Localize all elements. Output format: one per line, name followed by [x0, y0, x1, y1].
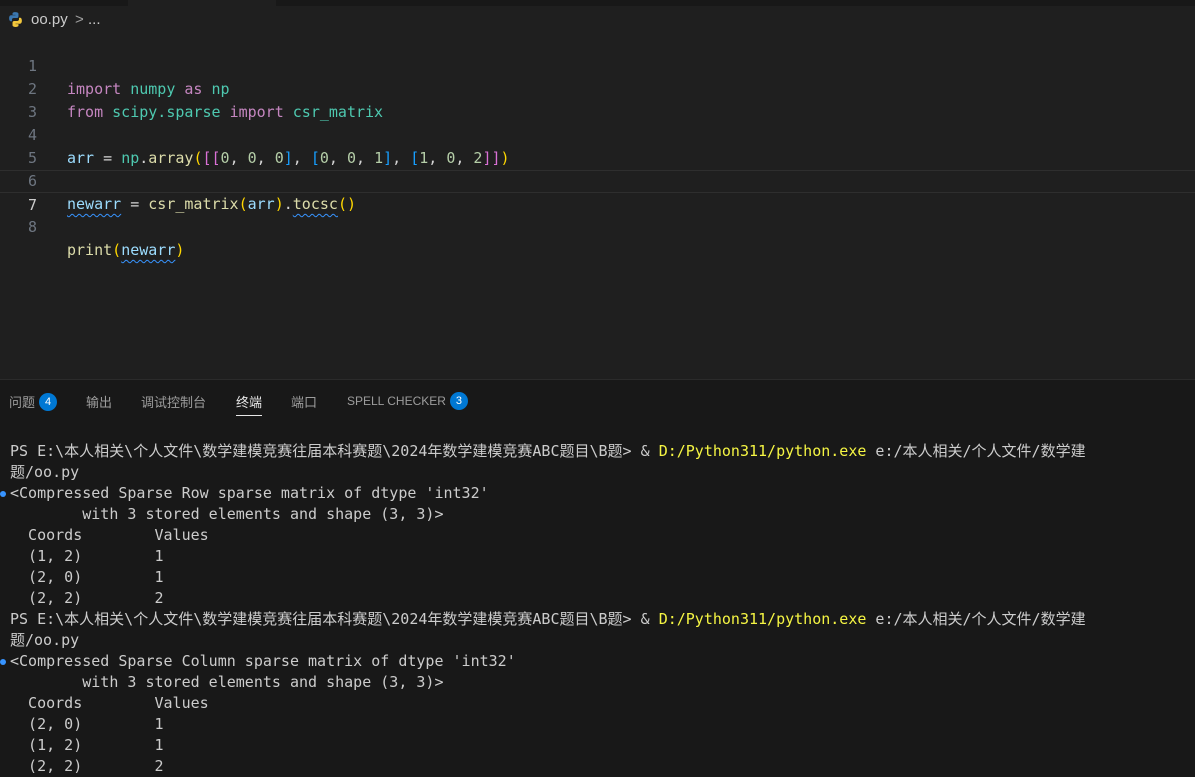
breadcrumb: oo.py > ... [0, 7, 1195, 33]
terminal-line: (2, 0) 1 [10, 568, 164, 586]
spell-checker-count-badge: 3 [449, 392, 468, 410]
panel-tabs: 问题 4 输出 调试控制台 终端 端口 SPELL CHECKER 3 [0, 380, 1195, 422]
tab-label: 输出 [86, 395, 113, 410]
breadcrumb-separator: > [75, 11, 84, 28]
code-token: print [67, 241, 113, 259]
tab-label: 端口 [291, 395, 318, 410]
terminal-line: Coords Values [10, 694, 209, 712]
code-line-current[interactable]: 7 [0, 170, 1195, 214]
terminal-amp: & [640, 442, 659, 460]
code-token: ) [175, 241, 185, 259]
terminal-command-line: PS E:\本人相关\个人文件\数学建模竞赛往届本科赛题\2024年数学建模竞赛… [10, 609, 1086, 630]
tab-label: SPELL CHECKER [347, 394, 446, 408]
code-line[interactable]: 1 import numpy as np [0, 32, 1195, 98]
terminal-line: (1, 2) 1 [10, 547, 164, 565]
breadcrumb-file[interactable]: oo.py [31, 11, 68, 28]
python-icon [9, 12, 22, 27]
code-editor[interactable]: 1 import numpy as np 2 from scipy.sparse… [0, 32, 1195, 378]
terminal-decoration-icon[interactable] [0, 659, 6, 665]
tab-output[interactable]: 输出 [86, 392, 112, 411]
code-line[interactable]: 8 print(newarr) [0, 193, 1195, 259]
terminal-line: with 3 stored elements and shape (3, 3)> [10, 505, 444, 523]
terminal-line: (2, 0) 1 [10, 715, 164, 733]
terminal-decoration-icon[interactable] [0, 491, 6, 497]
code-token: ( [112, 241, 122, 259]
terminal-python-path: D:/Python311/python.exe [658, 442, 867, 460]
line-number: 8 [27, 218, 37, 236]
code-line[interactable]: 2 from scipy.sparse import csr_matrix [0, 55, 1195, 121]
terminal-script-arg: e:/本人相关/个人文件/数学建 [866, 442, 1086, 460]
active-tab-edge [128, 0, 276, 6]
terminal-line: (2, 2) 2 [10, 757, 164, 775]
code-line[interactable]: 4 arr = np.array([[0, 0, 0], [0, 0, 1], … [0, 101, 1195, 167]
terminal-line: 题/oo.py [10, 631, 80, 649]
tab-ports[interactable]: 端口 [291, 392, 317, 411]
problems-count-badge: 4 [39, 392, 58, 411]
terminal-line: Coords Values [10, 526, 209, 544]
terminal-command-line: PS E:\本人相关\个人文件\数学建模竞赛往届本科赛题\2024年数学建模竞赛… [10, 441, 1086, 462]
terminal-prompt: PS E:\本人相关\个人文件\数学建模竞赛往届本科赛题\2024年数学建模竞赛… [10, 610, 641, 628]
terminal-python-path: D:/Python311/python.exe [658, 610, 867, 628]
tab-problems[interactable]: 问题 4 [9, 392, 58, 411]
tab-debug-console[interactable]: 调试控制台 [141, 392, 206, 411]
tab-label: 问题 [9, 395, 36, 410]
editor-tab-bar [0, 0, 1195, 6]
terminal-line: (1, 2) 1 [10, 736, 164, 754]
terminal-amp: & [640, 610, 659, 628]
terminal-line: with 3 stored elements and shape (3, 3)> [10, 673, 444, 691]
terminal-script-arg: e:/本人相关/个人文件/数学建 [866, 610, 1086, 628]
code-token: newarr [121, 241, 176, 259]
bottom-panel: 问题 4 输出 调试控制台 终端 端口 SPELL CHECKER 3 PS E… [0, 379, 1195, 777]
code-line[interactable]: 6 newarr = csr_matrix(arr).tocsc() [0, 147, 1195, 213]
terminal-line: <Compressed Sparse Column sparse matrix … [0, 651, 516, 672]
terminal-line: (2, 2) 2 [10, 589, 164, 607]
terminal-line: <Compressed Sparse Row sparse matrix of … [0, 483, 489, 504]
tab-label: 终端 [236, 395, 263, 410]
breadcrumb-symbols[interactable]: ... [88, 11, 101, 28]
tab-spell-checker[interactable]: SPELL CHECKER 3 [347, 392, 468, 410]
tab-label: 调试控制台 [141, 395, 207, 410]
code-line[interactable]: 3 [0, 78, 1195, 121]
code-line[interactable]: 5 [0, 124, 1195, 167]
tab-terminal[interactable]: 终端 [236, 392, 263, 416]
terminal-line: 题/oo.py [10, 463, 80, 481]
terminal-prompt: PS E:\本人相关\个人文件\数学建模竞赛往届本科赛题\2024年数学建模竞赛… [10, 442, 641, 460]
